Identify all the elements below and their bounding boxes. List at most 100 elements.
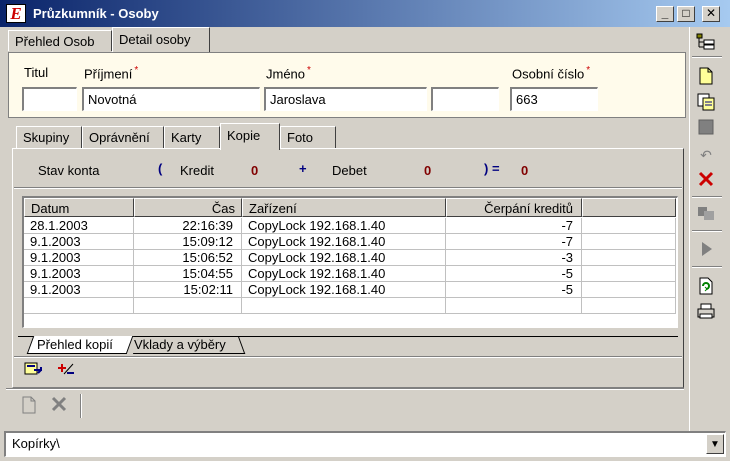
tab-karty[interactable]: Karty — [164, 126, 220, 148]
cell-cerpani — [446, 298, 582, 314]
cell-cas: 15:09:12 — [134, 234, 242, 250]
column-header-datum[interactable]: Datum — [24, 198, 134, 217]
titul-field[interactable] — [22, 87, 77, 111]
new-record-icon[interactable] — [694, 66, 718, 88]
extra-name-field[interactable] — [431, 87, 499, 111]
minimize-icon[interactable]: _ — [656, 6, 674, 22]
column-header-cerpani[interactable]: Čerpání kreditů — [446, 198, 582, 217]
cell-empty — [582, 266, 676, 282]
cell-cas: 15:04:55 — [134, 266, 242, 282]
cell-cas: 15:02:11 — [134, 282, 242, 298]
cell-empty — [582, 218, 676, 234]
cell-datum — [24, 298, 134, 314]
cell-cerpani: -5 — [446, 282, 582, 298]
cell-cas: 15:06:52 — [134, 250, 242, 266]
cell-cerpani: -3 — [446, 250, 582, 266]
tab-prehled-osob[interactable]: Přehled Osob — [8, 30, 112, 51]
maximize-icon[interactable]: □ — [677, 6, 695, 22]
prijmeni-label: Příjmení * — [84, 65, 139, 82]
cell-empty — [582, 250, 676, 266]
required-mark: * — [134, 65, 139, 76]
cell-zarizeni — [242, 298, 446, 314]
refresh-icon[interactable] — [694, 276, 718, 298]
tab-prehled-kopii[interactable]: Přehled kopií — [37, 337, 113, 352]
jmeno-label: Jméno * — [266, 65, 311, 82]
tab-opravneni[interactable]: Oprávnění — [82, 126, 164, 148]
cancel-icon[interactable] — [694, 170, 718, 192]
toolbar-separator — [692, 230, 722, 232]
chevron-down-icon[interactable]: ▼ — [706, 434, 724, 454]
window-title: Průzkumník - Osoby — [33, 6, 159, 21]
app-icon[interactable]: E — [6, 4, 26, 23]
toolbar-separator — [692, 196, 722, 198]
cell-cerpani: -7 — [446, 218, 582, 234]
cell-datum: 9.1.2003 — [24, 266, 134, 282]
tab-foto[interactable]: Foto — [280, 126, 336, 148]
export-icon[interactable] — [22, 360, 44, 382]
divider — [14, 356, 682, 358]
cell-zarizeni: CopyLock 192.168.1.40 — [242, 282, 446, 298]
print-icon[interactable] — [694, 302, 718, 324]
path-combo[interactable]: Kopírky\ ▼ — [4, 431, 726, 457]
divider — [6, 388, 684, 390]
column-header-zarizeni[interactable]: Zařízení — [242, 198, 446, 217]
cell-cas: 22:16:39 — [134, 218, 242, 234]
tree-view-icon[interactable] — [694, 32, 718, 54]
cell-cerpani: -7 — [446, 234, 582, 250]
tab-detail-osoby[interactable]: Detail osoby — [112, 27, 210, 52]
title-bar: E Průzkumník - Osoby _ □ ✕ — [0, 0, 730, 27]
titul-label: Titul — [24, 65, 49, 80]
path-value: Kopírky\ — [12, 436, 60, 451]
required-mark: * — [586, 65, 591, 76]
cell-zarizeni: CopyLock 192.168.1.40 — [242, 250, 446, 266]
cell-datum: 9.1.2003 — [24, 250, 134, 266]
kredit-label: Kredit — [180, 163, 214, 178]
table-row[interactable]: 28.1.2003 22:16:39 CopyLock 192.168.1.40 -7 — [24, 218, 676, 234]
debet-value: 0 — [424, 163, 432, 178]
toolbar-separator — [692, 266, 722, 268]
cell-empty — [582, 234, 676, 250]
osobni-cislo-label: Osobní číslo * — [512, 65, 591, 82]
table-row[interactable]: 9.1.2003 15:02:11 CopyLock 192.168.1.40 -5 — [24, 282, 676, 298]
table-row[interactable] — [24, 298, 676, 314]
plus-minus-icon[interactable] — [54, 360, 76, 382]
new-document-icon[interactable] — [18, 395, 40, 417]
toolbar-separator — [80, 394, 82, 418]
cell-cerpani: -5 — [446, 266, 582, 282]
close-equals: ) = — [484, 161, 500, 176]
play-icon[interactable] — [694, 240, 718, 262]
tab-vklady-vybery[interactable]: Vklady a výběry — [134, 337, 226, 352]
total-value: 0 — [521, 163, 529, 178]
delete-icon[interactable] — [48, 395, 70, 417]
copy-record-icon[interactable] — [694, 92, 718, 114]
tab-kopie[interactable]: Kopie — [220, 123, 280, 150]
debet-label: Debet — [332, 163, 367, 178]
cell-empty — [582, 282, 676, 298]
save-icon[interactable] — [694, 118, 718, 140]
divider — [14, 187, 682, 189]
cell-datum: 9.1.2003 — [24, 234, 134, 250]
open-paren: ( — [158, 161, 163, 176]
cell-empty — [582, 298, 676, 314]
cell-zarizeni: CopyLock 192.168.1.40 — [242, 234, 446, 250]
plus-sign: + — [299, 161, 307, 176]
duplicate-icon[interactable] — [694, 204, 718, 226]
cell-datum: 9.1.2003 — [24, 282, 134, 298]
stav-konta-label: Stav konta — [38, 163, 100, 178]
jmeno-field[interactable]: Jaroslava — [264, 87, 427, 111]
table-row[interactable]: 9.1.2003 15:09:12 CopyLock 192.168.1.40 -7 — [24, 234, 676, 250]
undo-icon[interactable]: ↶ — [694, 144, 718, 166]
cell-zarizeni: CopyLock 192.168.1.40 — [242, 218, 446, 234]
kopie-grid[interactable]: Datum Čas Zařízení Čerpání kreditů 28.1.… — [22, 196, 678, 328]
column-header-empty — [582, 198, 676, 217]
prijmeni-field[interactable]: Novotná — [82, 87, 260, 111]
required-mark: * — [307, 65, 311, 76]
kredit-value: 0 — [251, 163, 259, 178]
table-row[interactable]: 9.1.2003 15:04:55 CopyLock 192.168.1.40 -5 — [24, 266, 676, 282]
table-row[interactable]: 9.1.2003 15:06:52 CopyLock 192.168.1.40 -3 — [24, 250, 676, 266]
close-icon[interactable]: ✕ — [702, 6, 720, 22]
osobni-cislo-field[interactable]: 663 — [510, 87, 598, 111]
cell-datum: 28.1.2003 — [24, 218, 134, 234]
tab-skupiny[interactable]: Skupiny — [16, 126, 82, 148]
column-header-cas[interactable]: Čas — [134, 198, 242, 217]
